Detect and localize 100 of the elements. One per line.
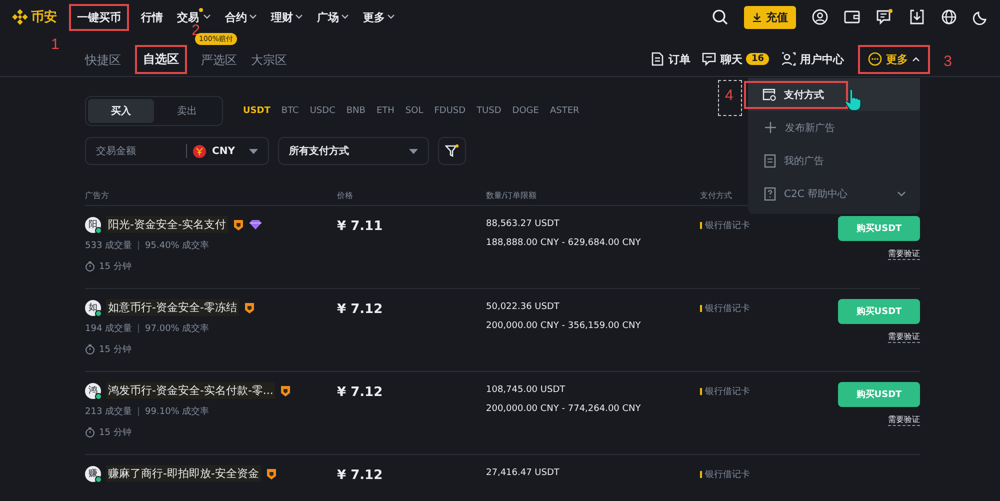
merchant-badge-icon: [244, 302, 255, 314]
payment-time-limit: 15 分钟: [99, 260, 132, 273]
caret-icon: [912, 56, 920, 62]
currency-label[interactable]: CNY: [212, 146, 235, 156]
document-icon: [651, 52, 664, 66]
globe-icon[interactable]: [941, 9, 957, 25]
verification-link[interactable]: 需要验证: [888, 414, 920, 426]
user-icon[interactable]: [812, 9, 828, 25]
dropdown-caret-icon: [409, 148, 418, 154]
online-dot: [95, 476, 102, 482]
more-menu-button[interactable]: 更多: [868, 52, 920, 66]
coin-tab[interactable]: USDC: [310, 106, 336, 116]
download-arrow-icon: [752, 12, 762, 22]
timer-icon: [85, 344, 95, 355]
currency-flag-icon: [193, 144, 206, 158]
merchant-badge-icon: [280, 384, 292, 396]
wallet-icon[interactable]: [844, 10, 860, 24]
price: ¥ 7.12: [337, 468, 384, 483]
coin-tab[interactable]: SOL: [405, 106, 424, 116]
timer-icon: [85, 427, 95, 438]
online-dot: [95, 310, 102, 316]
chevron-down-icon: [897, 190, 906, 196]
nav-link[interactable]: 一键买币: [77, 10, 121, 24]
nav-link[interactable]: 广场: [317, 10, 349, 24]
nav-link[interactable]: 更多: [363, 10, 395, 24]
coin-tab[interactable]: ETH: [376, 106, 394, 116]
nav-link[interactable]: 合约: [225, 10, 257, 24]
hand-cursor-icon: [844, 88, 864, 112]
dropdown-caret-icon: [249, 148, 258, 154]
user-center-link[interactable]: 用户中心: [781, 52, 844, 66]
nav-link[interactable]: 理财: [271, 10, 303, 24]
payment-method: 银行借记卡: [705, 468, 750, 481]
tab[interactable]: 严选区: [201, 53, 237, 67]
avatar: 阳: [85, 216, 101, 232]
search-icon[interactable]: [712, 9, 728, 25]
advertiser-name[interactable]: 如意币行-资金安全-零冻结: [106, 299, 239, 316]
more-dots-icon: [868, 52, 882, 66]
trade-count: 533 成交量: [85, 240, 132, 252]
filter-icon: [445, 144, 459, 158]
coin-tab[interactable]: ASTER: [550, 106, 580, 116]
tab[interactable]: 快捷区: [85, 53, 121, 67]
order-limit: 200,000.00 CNY - 774,264.00 CNY: [486, 404, 642, 414]
completion-rate: 97.00% 成交率: [145, 322, 210, 335]
available-quantity: 27,416.47 USDT: [486, 468, 560, 478]
moon-icon[interactable]: [973, 10, 988, 24]
menu-item[interactable]: 我的广告: [748, 144, 920, 177]
menu-item[interactable]: 发布新广告: [748, 111, 920, 144]
advertiser-name[interactable]: 阳光-资金安全-实名支付: [106, 216, 228, 233]
coin-tab[interactable]: BNB: [346, 106, 366, 116]
tab[interactable]: 大宗区: [251, 53, 287, 67]
count-badge: 16: [746, 53, 769, 65]
menu-item[interactable]: 支付方式: [744, 80, 848, 108]
tab[interactable]: 自选区: [143, 50, 179, 68]
available-quantity: 50,022.36 USDT: [486, 302, 560, 312]
payment-method-dropdown[interactable]: 所有支付方式: [278, 137, 429, 165]
column-header: 广告方: [85, 190, 109, 200]
coin-tab[interactable]: TUSD: [476, 106, 502, 116]
caret-icon: [295, 14, 303, 20]
caret-icon: [249, 14, 257, 20]
diamond-icon: [248, 219, 262, 230]
annotation-number: 1: [51, 36, 60, 52]
coin-tab[interactable]: BTC: [281, 106, 299, 116]
logo-text[interactable]: 币安: [31, 8, 57, 26]
filter-button[interactable]: [438, 137, 466, 165]
payment-method: 银行借记卡: [705, 220, 750, 232]
download-icon[interactable]: [909, 9, 925, 25]
chat-link[interactable]: 聊天: [702, 52, 742, 66]
payment-time-limit: 15 分钟: [99, 344, 132, 356]
column-header: 支付方式: [700, 190, 732, 200]
coin-tab[interactable]: FDUSD: [434, 106, 466, 116]
payment-method: 银行借记卡: [705, 386, 750, 398]
toggle-option[interactable]: 卖出: [154, 99, 220, 123]
caret-icon: [387, 14, 395, 20]
coin-tab[interactable]: USDT: [243, 106, 270, 116]
logo-icon: [12, 9, 28, 25]
verification-link[interactable]: 需要验证: [888, 248, 920, 260]
advertiser-name[interactable]: 赚麻了商行-即拍即放-安全资金: [106, 465, 261, 482]
column-header: 价格: [337, 190, 353, 200]
help-book-icon: [764, 186, 776, 200]
payment-time-limit: 15 分钟: [99, 426, 132, 439]
nav-link[interactable]: 交易: [177, 10, 211, 24]
coin-tab[interactable]: DOGE: [512, 106, 539, 116]
advertiser-name[interactable]: 鸿发币行-资金安全-实名付款-零...: [106, 382, 276, 399]
verification-link[interactable]: 需要验证: [888, 331, 920, 343]
annotation-number: 3: [944, 52, 952, 70]
merchant-badge-icon: [232, 218, 244, 230]
caret-icon: [341, 14, 349, 20]
toggle-option[interactable]: 买入: [88, 99, 154, 123]
trade-count: 194 成交量: [85, 322, 132, 335]
nav-link[interactable]: 行情: [141, 10, 163, 24]
menu-item[interactable]: C2C 帮助中心: [748, 177, 920, 210]
message-icon[interactable]: [876, 9, 893, 25]
available-quantity: 108,745.00 USDT: [486, 385, 566, 395]
deposit-button[interactable]: 充值: [744, 6, 796, 28]
annotation-number: 4: [725, 87, 734, 104]
completion-rate: 99.10% 成交率: [145, 406, 210, 418]
caret-icon: [203, 14, 211, 20]
orders-link[interactable]: 订单: [651, 52, 690, 66]
avatar: 鸿: [85, 382, 101, 398]
order-limit: 200,000.00 CNY - 356,159.00 CNY: [486, 321, 642, 331]
